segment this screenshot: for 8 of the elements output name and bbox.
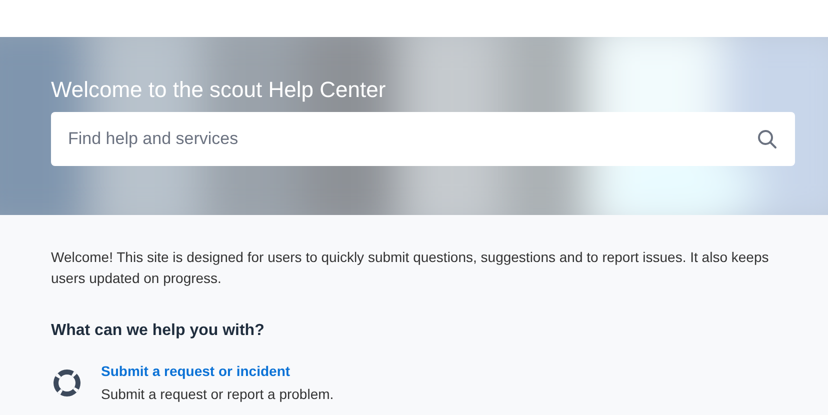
section-heading: What can we help you with? — [51, 321, 266, 341]
request-link[interactable]: Submit a request or incident — [101, 361, 334, 382]
search-icon[interactable] — [757, 129, 777, 149]
item-description: Submit a request or report a problem. — [101, 385, 334, 404]
lifebuoy-icon — [53, 369, 81, 397]
banner-title: Welcome to the scout Help Center — [51, 77, 386, 103]
intro-paragraph: Welcome! This site is designed for users to quickly submit questions, suggestions and to report issues. It also keeps users updated on progress. — [51, 248, 770, 288]
search-field[interactable]: Find help and services — [51, 112, 795, 166]
